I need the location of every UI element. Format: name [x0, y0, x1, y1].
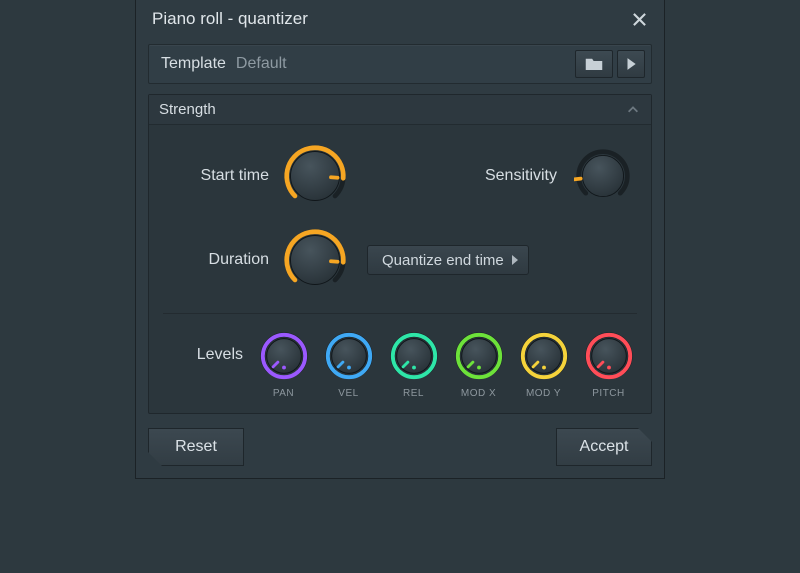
footer: Reset Accept — [136, 422, 664, 478]
vel-knob[interactable] — [323, 330, 375, 382]
level-vel: VEL — [316, 330, 381, 399]
template-row: Template Default — [148, 44, 652, 84]
titlebar: Piano roll - quantizer — [136, 0, 664, 38]
sensitivity-label: Sensitivity — [353, 167, 565, 185]
window-title: Piano roll - quantizer — [152, 9, 626, 29]
strength-panel: Strength Start time Sensitivity Duration… — [148, 94, 652, 414]
play-icon — [622, 57, 640, 71]
divider — [163, 313, 637, 314]
level-modx: MOD X — [446, 330, 511, 399]
pan-label: PAN — [273, 388, 294, 399]
modx-knob[interactable] — [453, 330, 505, 382]
mody-knob[interactable] — [518, 330, 570, 382]
browse-template-button[interactable] — [575, 50, 613, 78]
collapse-button[interactable] — [625, 102, 641, 118]
rel-label: REL — [403, 388, 424, 399]
template-menu-button[interactable] — [617, 50, 645, 78]
level-mody: MOD Y — [511, 330, 576, 399]
pitch-knob[interactable] — [583, 330, 635, 382]
modx-label: MOD X — [461, 388, 496, 399]
sensitivity-knob[interactable] — [574, 147, 632, 205]
quantize-mode-label: Quantize end time — [382, 252, 504, 269]
level-rel: REL — [381, 330, 446, 399]
pitch-label: PITCH — [592, 388, 625, 399]
panel-title: Strength — [159, 101, 625, 118]
row-duration: Duration Quantize end time — [149, 227, 651, 293]
folder-icon — [585, 57, 603, 71]
level-pan: PAN — [251, 330, 316, 399]
mody-label: MOD Y — [526, 388, 561, 399]
quantize-mode-button[interactable]: Quantize end time — [367, 245, 529, 275]
duration-knob[interactable] — [282, 227, 348, 293]
level-pitch: PITCH — [576, 330, 641, 399]
start-time-label: Start time — [159, 167, 269, 185]
chevron-up-icon — [626, 103, 640, 117]
row-start-sensitivity: Start time Sensitivity — [149, 143, 651, 209]
accept-button[interactable]: Accept — [556, 428, 652, 466]
triangle-right-icon — [512, 255, 518, 265]
reset-button[interactable]: Reset — [148, 428, 244, 466]
levels-row: Levels PAN VEL REL MOD X MOD Y PITCH — [149, 330, 651, 399]
start-time-knob[interactable] — [282, 143, 348, 209]
rel-knob[interactable] — [388, 330, 440, 382]
quantizer-window: Piano roll - quantizer Template Default … — [135, 0, 665, 479]
template-value[interactable]: Default — [236, 55, 575, 73]
levels-label: Levels — [159, 346, 243, 364]
panel-header: Strength — [149, 95, 651, 125]
duration-label: Duration — [159, 251, 269, 269]
pan-knob[interactable] — [258, 330, 310, 382]
template-label: Template — [161, 55, 226, 73]
close-button[interactable] — [626, 6, 652, 32]
vel-label: VEL — [338, 388, 358, 399]
close-icon — [632, 12, 647, 27]
